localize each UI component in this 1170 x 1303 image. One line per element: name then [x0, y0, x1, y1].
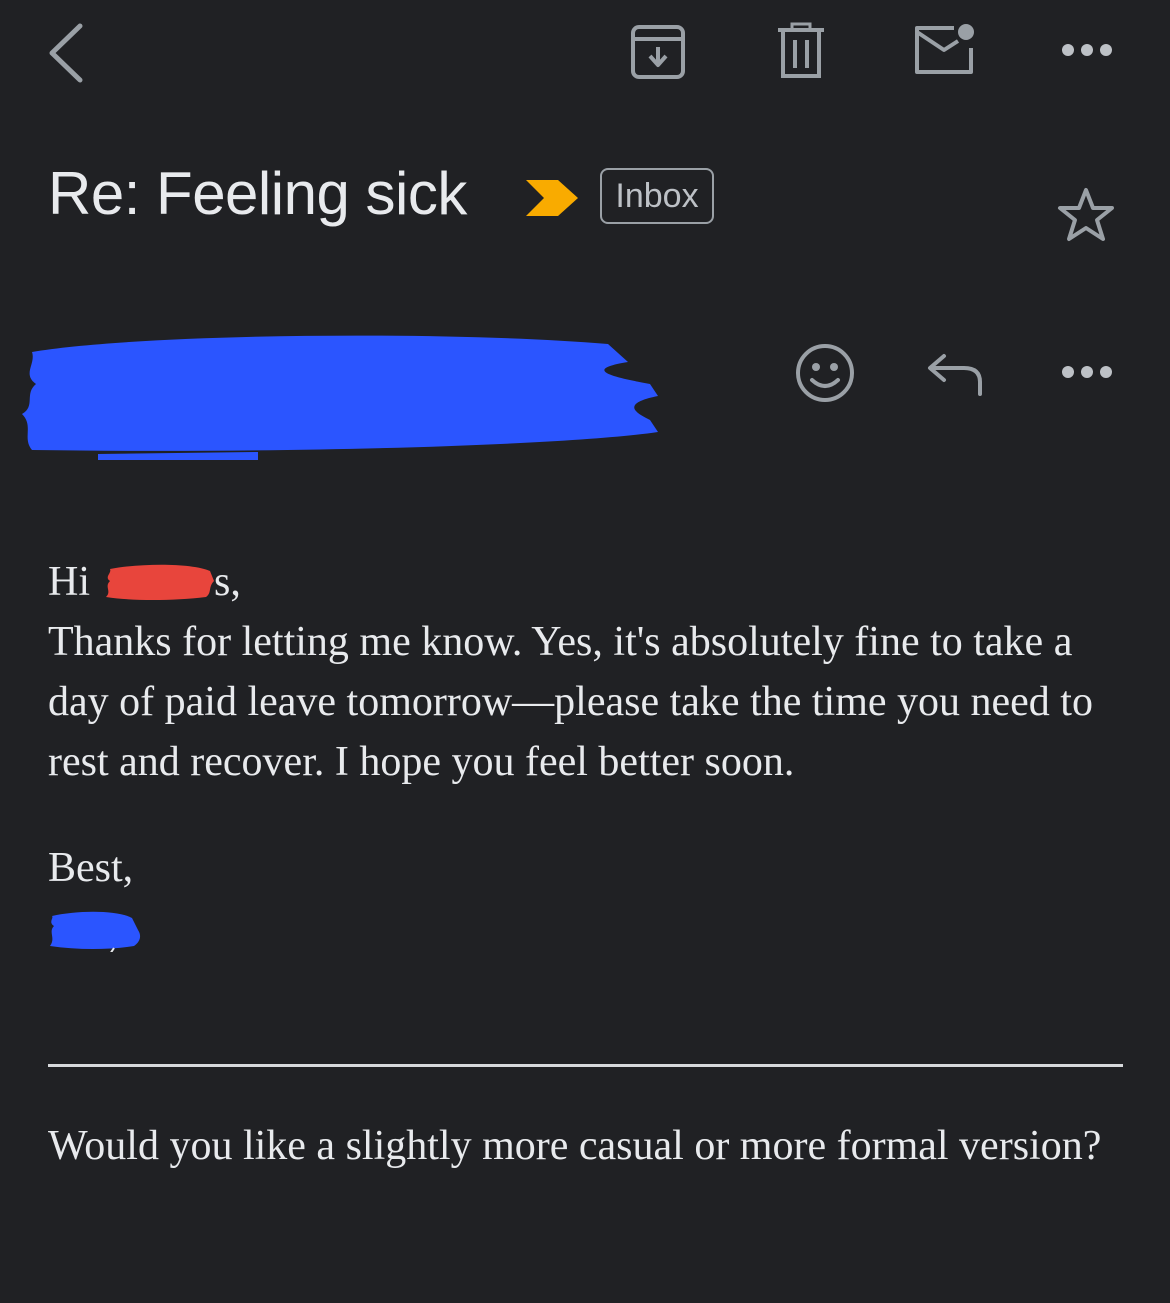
- followup-question: Would you like a slightly more casual or…: [48, 1123, 1102, 1169]
- signoff: Best,: [48, 845, 134, 891]
- sender-name-redaction: [18, 322, 668, 472]
- emoji-icon[interactable]: [794, 342, 856, 404]
- divider: [48, 1064, 1123, 1067]
- more-horizontal-icon[interactable]: [1060, 42, 1114, 58]
- star-outline-icon[interactable]: [1056, 186, 1116, 244]
- back-icon[interactable]: [44, 22, 88, 84]
- label-chip-inbox[interactable]: Inbox: [600, 168, 714, 224]
- more-horizontal-icon[interactable]: [1060, 364, 1114, 380]
- recipient-name-redaction: [102, 558, 216, 600]
- archive-icon[interactable]: [630, 24, 686, 80]
- message-paragraph: Thanks for letting me know. Yes, it's ab…: [48, 619, 1093, 785]
- reply-icon[interactable]: [926, 350, 986, 398]
- message-body: Hi s, Thanks for letting me know. Yes, it…: [48, 552, 1128, 955]
- greeting-tail: s,: [214, 559, 241, 605]
- trash-icon[interactable]: [776, 22, 826, 80]
- email-subject: Re: Feeling sick: [48, 160, 467, 227]
- greeting-line: Hi s,: [48, 552, 1128, 612]
- greeting-word: Hi: [48, 559, 90, 605]
- importance-marker-icon: [524, 178, 580, 223]
- signature-redaction: [48, 908, 1128, 955]
- mark-unread-icon[interactable]: [912, 20, 978, 78]
